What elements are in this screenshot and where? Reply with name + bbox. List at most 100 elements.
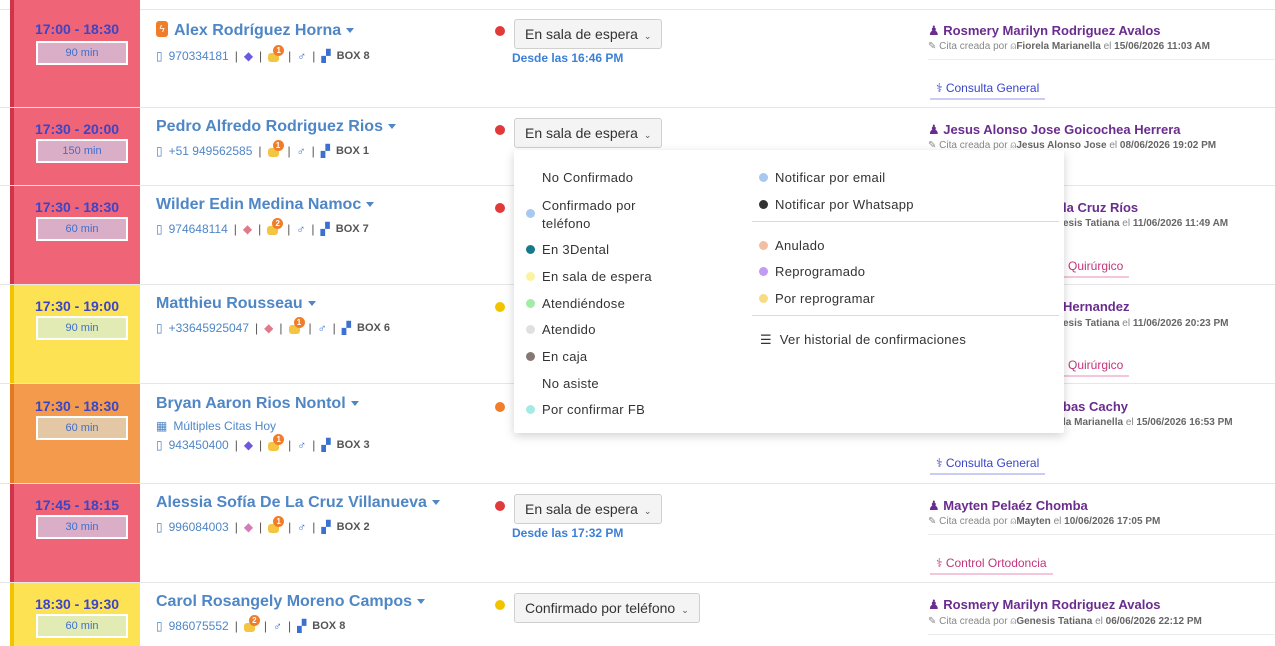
patient-phone[interactable]: 986075552	[169, 619, 229, 633]
separator: |	[259, 49, 263, 63]
menu-item-no-confirmado[interactable]: No Confirmado	[542, 170, 633, 185]
doctor-name[interactable]: ♟ Mayten Pelaéz Chomba	[928, 498, 1088, 514]
phone-icon: ▯	[156, 144, 163, 158]
created-info: esis Tatiana el 11/06/2026 11:49 AM	[1063, 218, 1228, 229]
box-label: BOX 8	[312, 620, 346, 632]
messages-icon[interactable]: 1	[268, 45, 285, 62]
cube-icon[interactable]: ◆	[243, 222, 252, 236]
menu-item-atendiendose[interactable]: Atendiéndose	[542, 296, 625, 311]
messages-icon[interactable]: 1	[288, 317, 305, 334]
patient-name[interactable]: Wilder Edin Medina Namoc	[156, 196, 375, 214]
patient-name[interactable]: Alex Rodríguez Horna	[174, 22, 355, 40]
separator: |	[312, 438, 316, 452]
separator: |	[287, 222, 291, 236]
created-at: 08/06/2026 19:02 PM	[1119, 140, 1217, 151]
appointment-row[interactable]: 18:30 - 19:30 60 min Carol Rosangely Mor…	[0, 583, 1275, 646]
menu-item-confirmado-telefono[interactable]: Confirmado por teléfono	[542, 197, 636, 233]
treatment-tag: ⚕ Control Ortodoncia	[930, 554, 1053, 575]
stethoscope-icon: ⚕	[936, 81, 943, 95]
appointment-time: 17:45 - 18:15	[34, 497, 120, 513]
status-dropdown[interactable]: En sala de espera ⌄	[514, 494, 663, 524]
phone-icon: ▯	[156, 520, 163, 534]
menu-item-en-sala-de-espera[interactable]: En sala de espera	[542, 269, 652, 284]
status-dropdown[interactable]: En sala de espera ⌄	[514, 19, 663, 49]
cube-icon[interactable]: ◆	[244, 520, 253, 534]
messages-icon[interactable]: 1	[268, 516, 285, 533]
chevron-down-icon[interactable]	[346, 28, 355, 34]
status-color-dot	[759, 173, 768, 182]
messages-icon[interactable]: 1	[268, 434, 285, 451]
menu-item-atendido[interactable]: Atendido	[542, 322, 596, 337]
created-at: 11/06/2026 11:49 AM	[1132, 218, 1229, 229]
patient-phone[interactable]: 970334181	[169, 49, 229, 63]
cube-icon[interactable]: ◆	[264, 321, 273, 335]
doctor-name[interactable]: bas Cachy	[1063, 399, 1128, 414]
menu-item-no-asiste[interactable]: No asiste	[542, 376, 599, 391]
menu-item-por-confirmar-fb[interactable]: Por confirmar FB	[542, 402, 645, 417]
menu-item-por-reprogramar[interactable]: Por reprogramar	[775, 291, 875, 306]
messages-count: 2	[248, 615, 260, 626]
patient-name-text: Matthieu Rousseau	[156, 295, 303, 312]
appointment-row[interactable]: 17:45 - 18:15 30 min Alessia Sofía De La…	[0, 484, 1275, 583]
male-icon: ♂	[272, 619, 282, 633]
chevron-down-icon[interactable]	[350, 401, 359, 407]
messages-icon[interactable]: 1	[267, 140, 284, 157]
status-dropdown[interactable]: Confirmado por teléfono ⌄	[514, 593, 700, 623]
status-dropdown[interactable]: En sala de espera ⌄	[514, 118, 663, 148]
doctor-name[interactable]: la Cruz Ríos	[1063, 200, 1138, 215]
time-block: 17:30 - 19:00 90 min	[10, 285, 140, 383]
patient-name-text: Pedro Alfredo Rodriguez Rios	[156, 118, 383, 135]
user-md-icon: ♟	[928, 23, 940, 38]
waiting-since: Desde las 16:46 PM	[512, 51, 624, 65]
status-dot	[495, 125, 505, 135]
chevron-down-icon[interactable]	[431, 500, 440, 506]
cube-icon[interactable]: ◆	[244, 438, 253, 452]
chevron-down-icon: ⌄	[643, 130, 652, 140]
menu-item-en-caja[interactable]: En caja	[542, 349, 587, 364]
menu-item-notificar-email[interactable]: Notificar por email	[775, 170, 885, 185]
separator: |	[263, 619, 267, 633]
created-info: ✎ Cita creada por ⍝Genesis Tatiana el 06…	[928, 616, 1202, 627]
cube-icon[interactable]: ◆	[244, 49, 253, 63]
status-color-dot	[526, 272, 535, 281]
duration-badge: 150 min	[36, 139, 128, 163]
treatment-tag: Quirúrgico	[1063, 356, 1130, 377]
patient-name[interactable]: Matthieu Rousseau	[156, 295, 316, 313]
chevron-down-icon[interactable]	[417, 599, 426, 605]
chevron-down-icon[interactable]	[387, 124, 396, 130]
appointment-time: 17:30 - 20:00	[34, 121, 120, 137]
messages-icon[interactable]: 2	[243, 615, 260, 632]
doctor-name[interactable]: ♟ Rosmery Marilyn Rodriguez Avalos	[928, 597, 1161, 613]
time-block: 18:30 - 19:30 60 min	[10, 583, 140, 646]
patient-phone[interactable]: 974648114	[169, 222, 228, 236]
multiple-appointments[interactable]: ▦ Múltiples Citas Hoy	[156, 419, 276, 433]
patient-name[interactable]: Alessia Sofía De La Cruz Villanueva	[156, 494, 440, 512]
separator: |	[312, 520, 316, 534]
doctor-name[interactable]: Hernandez	[1063, 299, 1129, 314]
patient-name[interactable]: Pedro Alfredo Rodriguez Rios	[156, 118, 396, 136]
patient-phone[interactable]: +51 949562585	[169, 144, 253, 158]
messages-icon[interactable]: 2	[267, 218, 284, 235]
patient-meta: ▯ 943450400 | ◆ | 1 | ♂ | ▞ BOX 3	[156, 434, 370, 452]
patient-name[interactable]: Bryan Aaron Rios Nontol	[156, 395, 359, 413]
lightning-icon: ϟ	[156, 21, 168, 37]
appointment-row[interactable]: 17:00 - 18:30 90 min ϟ Alex Rodríguez Ho…	[0, 10, 1275, 108]
appointment-time: 17:30 - 19:00	[34, 298, 120, 314]
separator: |	[288, 49, 292, 63]
patient-phone[interactable]: 996084003	[169, 520, 229, 534]
menu-item-reprogramado[interactable]: Reprogramado	[775, 264, 865, 279]
patient-phone[interactable]: +33645925047	[169, 321, 249, 335]
chevron-down-icon[interactable]	[307, 301, 316, 307]
patient-name[interactable]: Carol Rosangely Moreno Campos	[156, 593, 426, 611]
patient-phone[interactable]: 943450400	[169, 438, 229, 452]
menu-item-en-3dental[interactable]: En 3Dental	[542, 242, 609, 257]
menu-item-historial[interactable]: ☰ Ver historial de confirmaciones	[760, 332, 966, 348]
doctor-name[interactable]: ♟ Rosmery Marilyn Rodriguez Avalos	[928, 23, 1161, 39]
menu-item-anulado[interactable]: Anulado	[775, 238, 825, 253]
status-color-dot	[526, 352, 535, 361]
divider	[928, 534, 1275, 535]
doctor-name[interactable]: ♟ Jesus Alonso Jose Goicochea Herrera	[928, 122, 1181, 138]
menu-item-notificar-whatsapp[interactable]: Notificar por Whatsapp	[775, 197, 914, 212]
chevron-down-icon[interactable]	[366, 202, 375, 208]
messages-count: 1	[273, 434, 285, 445]
